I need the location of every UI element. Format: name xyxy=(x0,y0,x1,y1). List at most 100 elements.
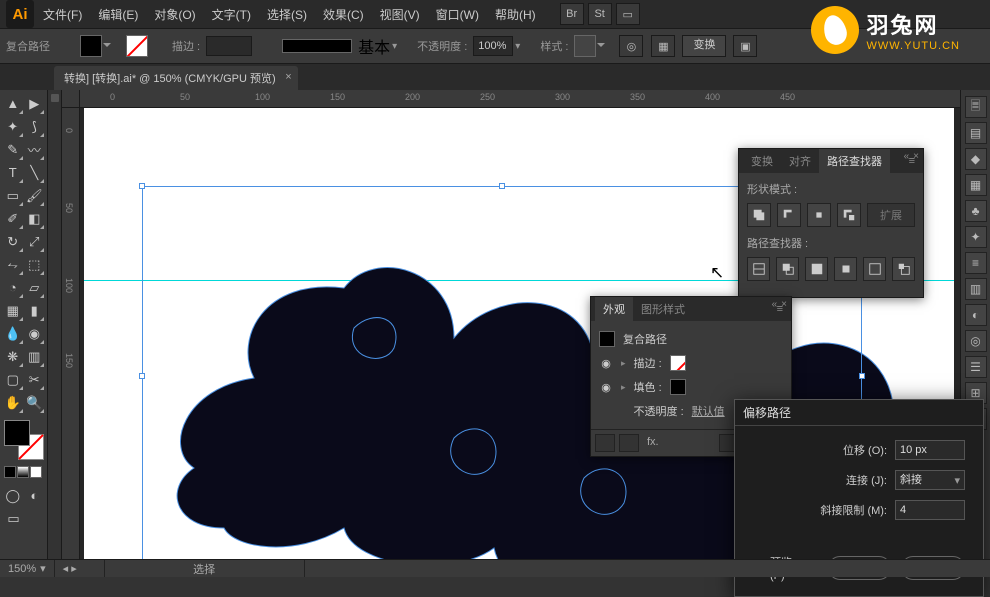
lasso-tool[interactable]: ⟆ xyxy=(24,115,46,138)
appearance-panel-icon[interactable]: ◎ xyxy=(965,330,987,352)
hand-tool[interactable]: ✋ xyxy=(2,391,24,414)
menu-effect[interactable]: 效果(C) xyxy=(316,2,371,27)
resize-handle-n[interactable] xyxy=(499,183,505,189)
line-tool[interactable]: ╲ xyxy=(24,161,46,184)
resize-handle-w[interactable] xyxy=(139,373,145,379)
panel-collapse-icon[interactable]: « xyxy=(904,151,910,162)
isolate-icon[interactable]: ▣ xyxy=(733,35,757,57)
zoom-tool[interactable]: 🔍 xyxy=(24,391,46,414)
eyedropper-tool[interactable]: 💧 xyxy=(2,322,24,345)
new-stroke-icon[interactable] xyxy=(595,434,615,452)
document-tab[interactable]: 转换] [转换].ai* @ 150% (CMYK/GPU 预览) × xyxy=(54,66,298,90)
stock-button[interactable]: St xyxy=(588,3,612,25)
crop-button[interactable] xyxy=(834,257,857,281)
menu-file[interactable]: 文件(F) xyxy=(36,2,89,27)
eraser-tool[interactable]: ◧ xyxy=(24,207,46,230)
bridge-button[interactable]: Br xyxy=(560,3,584,25)
slice-tool[interactable]: ✂ xyxy=(24,368,46,391)
menu-type[interactable]: 文字(T) xyxy=(205,2,258,27)
brush-basic[interactable]: 基本 xyxy=(358,34,397,58)
stroke-row[interactable]: ◉ ▸ 描边 : xyxy=(599,351,783,375)
menu-select[interactable]: 选择(S) xyxy=(260,2,314,27)
new-fill-icon[interactable] xyxy=(619,434,639,452)
offset-input[interactable] xyxy=(895,440,965,460)
expand-arrow-icon[interactable]: ▸ xyxy=(621,382,626,393)
expand-arrow-icon[interactable]: ▸ xyxy=(621,358,626,369)
ruler-horizontal[interactable]: 0 50 100 150 200 250 300 350 400 450 xyxy=(80,90,960,108)
none-mode-icon[interactable] xyxy=(30,466,42,478)
menu-edit[interactable]: 编辑(E) xyxy=(91,2,145,27)
menu-object[interactable]: 对象(O) xyxy=(147,2,202,27)
ruler-vertical[interactable]: 0 50 100 150 xyxy=(62,108,80,559)
menu-help[interactable]: 帮助(H) xyxy=(488,2,543,27)
brushes-panel-icon[interactable]: ♣ xyxy=(965,200,987,222)
curvature-tool[interactable]: 〰 xyxy=(24,138,46,161)
exclude-button[interactable] xyxy=(837,203,861,227)
stroke-weight-input[interactable] xyxy=(206,36,252,56)
align-icon[interactable]: ▦ xyxy=(651,35,675,57)
width-tool[interactable]: ⥊ xyxy=(2,253,24,276)
draw-mode-normal[interactable]: ◯ xyxy=(2,484,24,507)
properties-panel-icon[interactable]: 🗏 xyxy=(965,96,987,118)
transparency-panel-icon[interactable]: ◐ xyxy=(965,304,987,326)
menu-view[interactable]: 视图(V) xyxy=(373,2,427,27)
merge-button[interactable] xyxy=(805,257,828,281)
add-effect-label[interactable]: fx. xyxy=(643,434,663,452)
resize-handle-nw[interactable] xyxy=(139,183,145,189)
perspective-tool[interactable]: ▱ xyxy=(24,276,46,299)
tab-pathfinder[interactable]: 路径查找器 xyxy=(819,149,890,173)
transform-button[interactable]: 变换 xyxy=(682,35,726,57)
type-tool[interactable]: T xyxy=(2,161,24,184)
visibility-toggle-icon[interactable]: ◉ xyxy=(599,357,613,370)
fill-value-swatch[interactable] xyxy=(670,379,686,395)
opacity-value-link[interactable]: 默认值 xyxy=(692,403,725,419)
shaper-tool[interactable]: ✐ xyxy=(2,207,24,230)
libraries-panel-icon[interactable]: ▤ xyxy=(965,122,987,144)
brush-preview[interactable] xyxy=(282,39,352,53)
free-transform-tool[interactable]: ⬚ xyxy=(24,253,46,276)
recolor-icon[interactable]: ◎ xyxy=(619,35,643,57)
layers-panel-icon[interactable]: ☰ xyxy=(965,356,987,378)
shape-builder-tool[interactable]: ◔ xyxy=(2,276,24,299)
brush-tool[interactable]: 🖌 xyxy=(24,184,46,207)
tab-graphic-styles[interactable]: 图形样式 xyxy=(633,297,693,321)
rotate-tool[interactable]: ↻ xyxy=(2,230,24,253)
panel-close-icon[interactable]: × xyxy=(781,299,787,310)
mesh-tool[interactable]: ▦ xyxy=(2,299,24,322)
minus-front-button[interactable] xyxy=(777,203,801,227)
tab-transform[interactable]: 变换 xyxy=(743,149,781,173)
panel-handle-icon[interactable] xyxy=(51,94,59,102)
panel-close-icon[interactable]: × xyxy=(913,151,919,162)
ruler-origin[interactable] xyxy=(62,90,80,108)
rectangle-tool[interactable]: ▭ xyxy=(2,184,24,207)
menu-window[interactable]: 窗口(W) xyxy=(429,2,486,27)
pen-tool[interactable]: ✎ xyxy=(2,138,24,161)
screen-mode-tool[interactable]: ▭ xyxy=(2,507,25,530)
divide-button[interactable] xyxy=(747,257,770,281)
selection-tool[interactable]: ▲ xyxy=(2,92,24,115)
graph-tool[interactable]: ▥ xyxy=(24,345,46,368)
symbols-panel-icon[interactable]: ✦ xyxy=(965,226,987,248)
join-select[interactable]: 斜接 xyxy=(895,470,965,490)
pathfinder-panel[interactable]: «× 变换 对齐 路径查找器 ≡ 形状模式 : 扩展 路径查找器 : xyxy=(738,148,924,298)
resize-handle-e[interactable] xyxy=(859,373,865,379)
stroke-panel-icon[interactable]: ≡ xyxy=(965,252,987,274)
swatches-panel-icon[interactable]: ▦ xyxy=(965,174,987,196)
intersect-button[interactable] xyxy=(807,203,831,227)
fill-swatch[interactable] xyxy=(80,35,102,57)
artboard-tool[interactable]: ▢ xyxy=(2,368,24,391)
gradient-mode-icon[interactable] xyxy=(17,466,29,478)
color-panel-icon[interactable]: ◆ xyxy=(965,148,987,170)
blend-tool[interactable]: ◉ xyxy=(24,322,46,345)
direct-selection-tool[interactable]: ▶ xyxy=(24,92,46,115)
tab-close-icon[interactable]: × xyxy=(285,71,291,83)
stroke-swatch[interactable] xyxy=(126,35,148,57)
scale-tool[interactable]: ⤢ xyxy=(24,230,46,253)
trim-button[interactable] xyxy=(776,257,799,281)
gradient-tool[interactable]: ▮ xyxy=(24,299,46,322)
arrange-button[interactable]: ▭ xyxy=(616,3,640,25)
tab-appearance[interactable]: 外观 xyxy=(595,297,633,321)
opacity-input[interactable] xyxy=(473,36,513,56)
stroke-value-swatch[interactable] xyxy=(670,355,686,371)
tab-align[interactable]: 对齐 xyxy=(781,149,819,173)
